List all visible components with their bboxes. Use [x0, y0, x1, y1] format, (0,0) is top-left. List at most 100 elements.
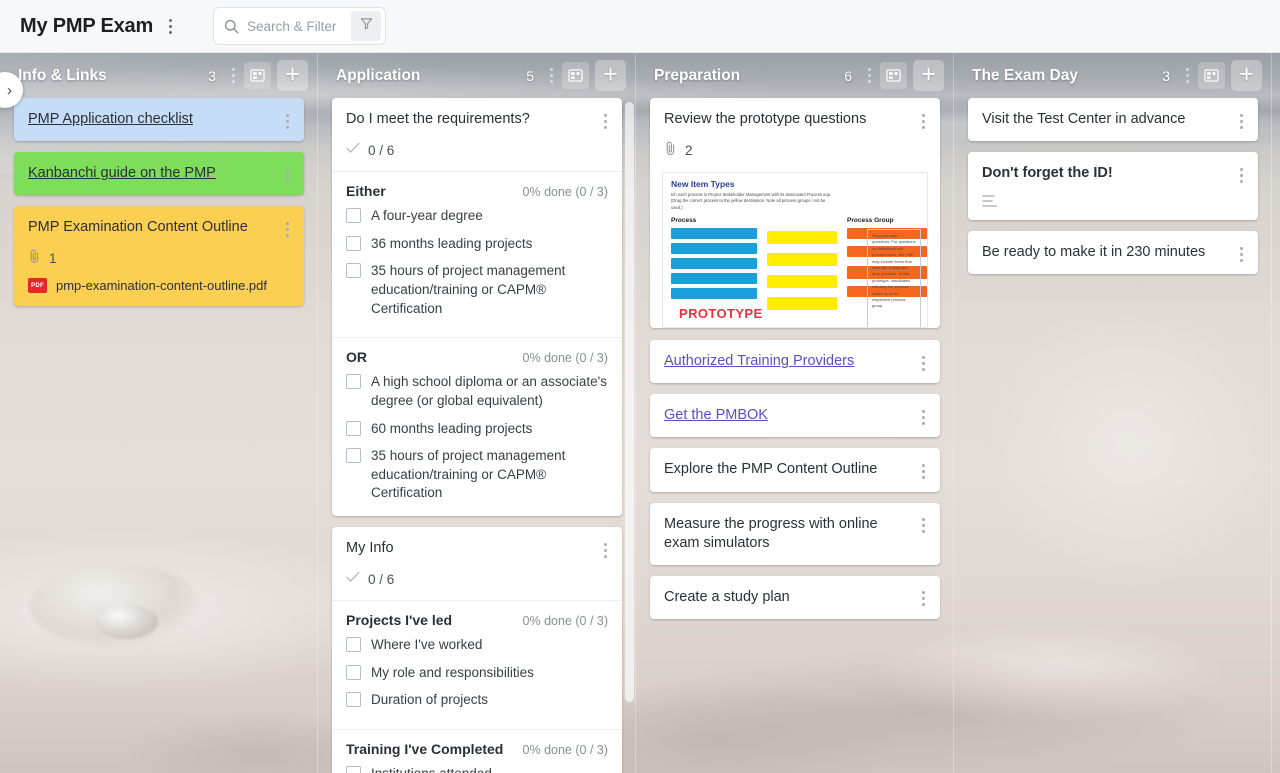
checklist-item[interactable]: A four-year degree [346, 207, 608, 226]
card[interactable]: Do I meet the requirements?0 / 6Either0%… [332, 98, 622, 516]
column-card-count: 3 [208, 68, 226, 84]
filter-button[interactable] [351, 11, 381, 41]
card-layout-icon [886, 69, 901, 82]
checklist-item[interactable]: 60 months leading projects [346, 420, 608, 439]
preview-process-header: Process [671, 217, 757, 224]
checklist-checkbox[interactable] [346, 766, 361, 773]
card-menu-button[interactable] [598, 111, 612, 131]
checklist-checkbox[interactable] [346, 448, 361, 463]
card-title: Explore the PMP Content Outline [664, 460, 877, 479]
column-scrollbar[interactable] [625, 102, 634, 702]
checklist-progress: 0% done (0 / 3) [523, 743, 608, 757]
card-menu-button[interactable] [280, 165, 294, 185]
card[interactable]: Create a study plan [650, 576, 940, 619]
checklist-item-label: A four-year degree [371, 207, 483, 226]
card-menu-button[interactable] [1234, 244, 1248, 264]
checklist-item[interactable]: Where I've worked [346, 636, 608, 655]
column-cards: PMP Application checklist Kanbanchi guide… [0, 98, 318, 773]
column-menu-button[interactable] [544, 65, 558, 87]
card[interactable]: PMP Application checklist [14, 98, 304, 141]
preview-side-note: Drag and drop questions. For questions o… [867, 229, 921, 328]
column-layout-button[interactable] [562, 62, 589, 89]
card[interactable]: Don't forget the ID! [968, 152, 1258, 220]
search-placeholder: Search & Filter [247, 19, 351, 34]
card-menu-button[interactable] [1234, 165, 1248, 185]
card[interactable]: Measure the progress with online exam si… [650, 503, 940, 565]
card-description-indicator [968, 195, 1258, 220]
card-image-attachment-preview[interactable]: New Item Typestch each process in Projec… [662, 172, 928, 328]
card-menu-button[interactable] [916, 353, 930, 373]
checklist-ratio: 0 / 6 [368, 572, 394, 587]
card-menu-button[interactable] [916, 589, 930, 609]
checklist-item[interactable]: My role and responsibilities [346, 664, 608, 683]
column-menu-button[interactable] [862, 65, 876, 87]
card-layout-icon [250, 69, 265, 82]
checklist-checkbox[interactable] [346, 374, 361, 389]
checklist-ratio: 0 / 6 [368, 143, 394, 158]
column-title: Application [336, 67, 420, 85]
card[interactable]: PMP Examination Content Outline1PDFpmp-e… [14, 206, 304, 306]
checklist-checkbox[interactable] [346, 208, 361, 223]
card-menu-button[interactable] [1234, 111, 1248, 131]
card[interactable]: My Info0 / 6Projects I've led0% done (0 … [332, 527, 622, 773]
card-layout-icon [568, 69, 583, 82]
column-add-card-button[interactable]: + [595, 60, 626, 91]
card[interactable]: Authorized Training Providers [650, 340, 940, 383]
checklist-item[interactable]: 35 hours of project management education… [346, 447, 608, 503]
checklist-item[interactable]: Institutions attended [346, 765, 608, 773]
filter-funnel-icon [359, 16, 374, 36]
attachment-count: 2 [685, 143, 693, 158]
checklist-item[interactable]: A high school diploma or an associate's … [346, 373, 608, 410]
card-layout-icon [1204, 69, 1219, 82]
checklist-item-label: 60 months leading projects [371, 420, 532, 439]
checklist-checkbox[interactable] [346, 692, 361, 707]
card-file-attachment[interactable]: PDFpmp-examination-content-outline.pdf [14, 278, 304, 306]
card-menu-button[interactable] [916, 111, 930, 131]
preview-dropzone-bar [767, 253, 837, 266]
board-menu-button[interactable] [162, 15, 178, 37]
checklist-checkbox[interactable] [346, 421, 361, 436]
checklist-item-label: Where I've worked [371, 636, 482, 655]
board-columns: Info & Links3+PMP Application checklistK… [0, 53, 1280, 773]
column-layout-button[interactable] [1198, 62, 1225, 89]
checklist-item[interactable]: Duration of projects [346, 691, 608, 710]
card-menu-button[interactable] [916, 461, 930, 481]
column-add-card-button[interactable]: + [913, 60, 944, 91]
board-column-the-exam-day: The Exam Day3+Visit the Test Center in a… [954, 53, 1272, 773]
checklist-checkbox[interactable] [346, 637, 361, 652]
search-icon [224, 19, 239, 34]
card-title: Don't forget the ID! [982, 164, 1113, 183]
card[interactable]: Visit the Test Center in advance [968, 98, 1258, 141]
card-menu-button[interactable] [916, 407, 930, 427]
card[interactable]: Kanbanchi guide on the PMP [14, 152, 304, 195]
checklist-checkbox[interactable] [346, 263, 361, 278]
card-title: Review the prototype questions [664, 110, 866, 129]
search-input[interactable]: Search & Filter [213, 7, 386, 45]
preview-process-bar [671, 288, 757, 299]
card-menu-button[interactable] [916, 516, 930, 536]
column-add-card-button[interactable]: + [277, 60, 308, 91]
column-layout-button[interactable] [244, 62, 271, 89]
card[interactable]: Get the PMBOK [650, 394, 940, 437]
preview-heading: New Item Types [663, 173, 927, 192]
card-menu-button[interactable] [280, 219, 294, 239]
card[interactable]: Be ready to make it in 230 minutes [968, 231, 1258, 274]
preview-dropzone-bar [767, 297, 837, 310]
card[interactable]: Explore the PMP Content Outline [650, 448, 940, 491]
card-title: Do I meet the requirements? [346, 110, 530, 129]
column-menu-button[interactable] [226, 65, 240, 87]
board-column-application: Application5+Do I meet the requirements?… [318, 53, 636, 773]
preview-dropzone-column [767, 231, 837, 319]
column-add-card-button[interactable]: + [1231, 60, 1262, 91]
column-menu-button[interactable] [1180, 65, 1194, 87]
checklist-checkbox[interactable] [346, 665, 361, 680]
checklist-item[interactable]: 35 hours of project management education… [346, 262, 608, 318]
card-menu-button[interactable] [598, 540, 612, 560]
card-menu-button[interactable] [280, 111, 294, 131]
card[interactable]: Review the prototype questions 2 New Item … [650, 98, 940, 328]
preview-process-bar [671, 258, 757, 269]
checklist-checkbox[interactable] [346, 236, 361, 251]
checklist-group: Projects I've led0% done (0 / 3)Where I'… [332, 601, 622, 723]
column-layout-button[interactable] [880, 62, 907, 89]
checklist-item[interactable]: 36 months leading projects [346, 235, 608, 254]
